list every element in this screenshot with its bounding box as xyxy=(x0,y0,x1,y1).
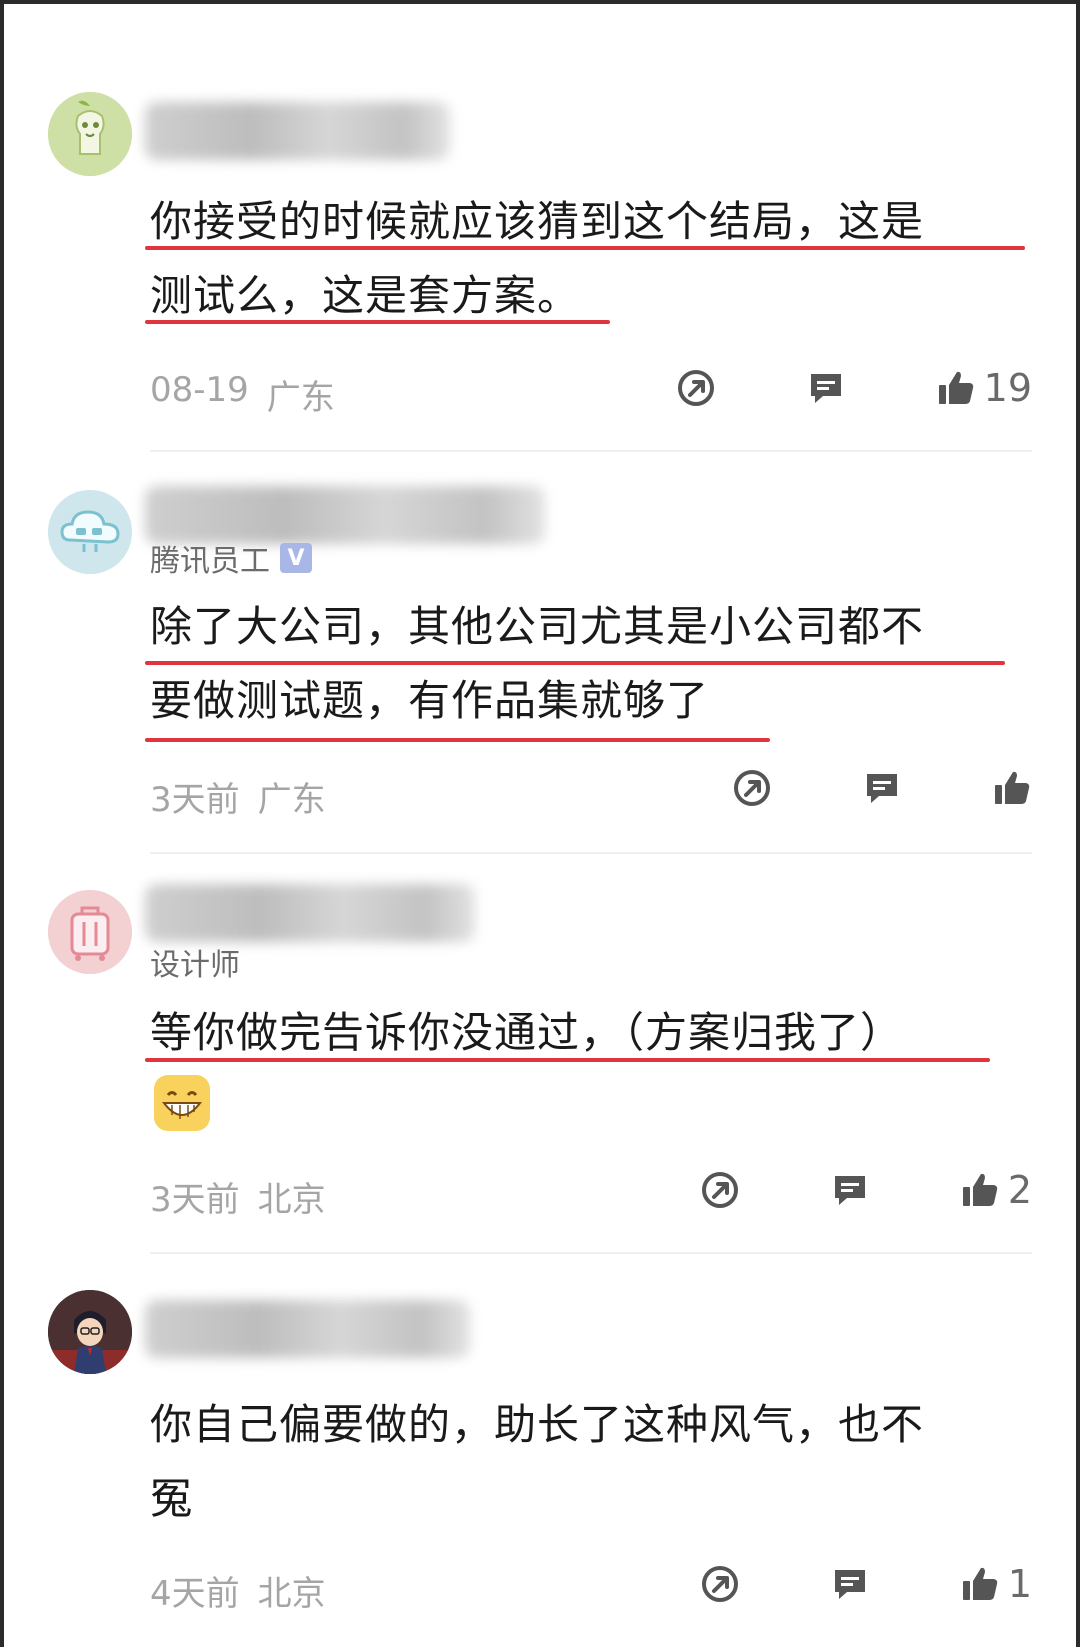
user-title-label: 腾讯员工 xyxy=(150,544,270,579)
thumbs-up-icon xyxy=(962,1567,998,1600)
reply-icon xyxy=(834,1176,865,1205)
blurred-username[interactable] xyxy=(145,884,475,942)
comment-actions: 2 xyxy=(700,1168,1032,1212)
comment-text-line: 冤 xyxy=(150,1474,194,1523)
comment-divider xyxy=(150,852,1032,854)
like-button[interactable] xyxy=(992,768,1032,808)
reply-button[interactable] xyxy=(806,368,846,408)
red-underline xyxy=(145,1058,990,1062)
user-title: 腾讯员工 V xyxy=(150,536,312,580)
thumbs-up-icon xyxy=(995,771,1030,804)
like-button[interactable]: 2 xyxy=(960,1168,1032,1212)
reply-icon xyxy=(834,1570,865,1599)
red-underline xyxy=(145,246,1025,250)
blurred-username[interactable] xyxy=(145,102,450,160)
comment-text: 你接受的时候就应该猜到这个结局，这是 测试么，这是套方案。 xyxy=(150,185,1030,333)
suitcase-avatar-icon xyxy=(48,890,132,974)
like-button[interactable]: 1 xyxy=(960,1562,1032,1606)
share-button[interactable] xyxy=(700,1564,740,1604)
share-button[interactable] xyxy=(732,768,772,808)
share-button[interactable] xyxy=(700,1170,740,1210)
comment-location: 广东 xyxy=(266,378,335,418)
grinning-emoji-icon xyxy=(154,1075,210,1131)
avatar[interactable] xyxy=(48,490,132,574)
comment-actions xyxy=(732,768,1032,808)
user-title: 设计师 xyxy=(150,940,240,984)
comment-location: 广东 xyxy=(257,780,326,820)
comment-location: 北京 xyxy=(257,1180,326,1220)
comment-meta: 3天前 广东 xyxy=(150,772,326,821)
share-icon xyxy=(734,770,770,806)
share-icon xyxy=(677,370,714,406)
comment-actions: 19 xyxy=(676,366,1032,410)
thumbs-up-icon xyxy=(962,1173,998,1206)
verified-badge-icon: V xyxy=(280,543,312,573)
comment-date: 3天前 xyxy=(150,1180,240,1220)
cloud-avatar-icon xyxy=(48,490,132,574)
sprout-avatar-icon xyxy=(48,92,132,176)
avatar[interactable] xyxy=(48,890,132,974)
comment-text-line: 除了大公司，其他公司尤其是小公司都不 xyxy=(150,602,925,651)
comment-date: 3天前 xyxy=(150,780,240,820)
reply-button[interactable] xyxy=(830,1564,870,1604)
avatar[interactable] xyxy=(48,92,132,176)
comment-text-line: 要做测试题，有作品集就够了 xyxy=(150,676,710,725)
like-count: 1 xyxy=(1007,1562,1032,1606)
share-button[interactable] xyxy=(676,368,716,408)
reply-button[interactable] xyxy=(862,768,902,808)
like-count: 2 xyxy=(1007,1168,1032,1212)
reply-button[interactable] xyxy=(830,1170,870,1210)
comment-location: 北京 xyxy=(257,1574,326,1614)
red-underline xyxy=(145,738,770,742)
comment-text-line: 你自己偏要做的，助长了这种风气，也不 xyxy=(150,1400,925,1449)
comment-divider xyxy=(150,450,1032,452)
comment-text: 你自己偏要做的，助长了这种风气，也不 冤 xyxy=(150,1388,1030,1536)
comment-date: 08-19 xyxy=(150,370,249,410)
thumbs-up-icon xyxy=(938,371,973,404)
comment-date: 4天前 xyxy=(150,1574,240,1614)
comment-actions: 1 xyxy=(700,1562,1032,1606)
red-underline xyxy=(145,661,1005,665)
reply-icon xyxy=(867,774,897,803)
avatar[interactable] xyxy=(48,1290,132,1374)
share-icon xyxy=(701,1172,738,1208)
anime-character-avatar-icon xyxy=(48,1290,132,1374)
comment-meta: 3天前 北京 xyxy=(150,1172,326,1221)
like-count: 19 xyxy=(983,366,1032,410)
comment-divider xyxy=(150,1252,1032,1254)
blurred-username[interactable] xyxy=(145,1300,470,1358)
share-icon xyxy=(701,1566,738,1602)
red-underline xyxy=(145,320,610,324)
comment-meta: 4天前 北京 xyxy=(150,1566,326,1615)
reply-icon xyxy=(810,374,841,403)
user-title-label: 设计师 xyxy=(150,948,240,983)
comment-meta: 08-19 广东 xyxy=(150,370,335,419)
like-button[interactable]: 19 xyxy=(936,366,1032,410)
